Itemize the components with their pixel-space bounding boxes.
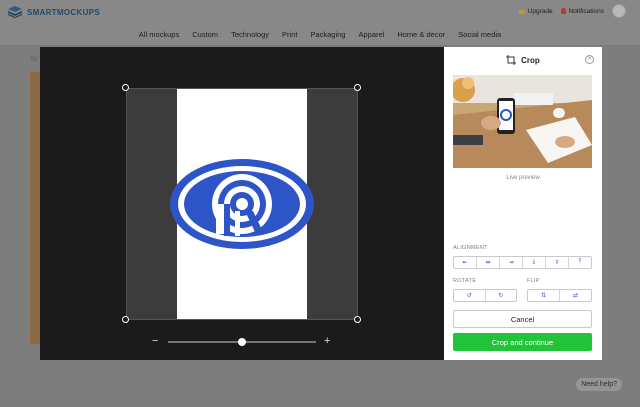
crop-modal: − + Crop ✕ Live preview ALIGNMENT ⇤ ⇹ ⇥ … xyxy=(40,47,602,360)
rotate-right-icon[interactable]: ↻ xyxy=(486,290,517,301)
live-preview-label: Live preview xyxy=(506,175,540,181)
crop-and-continue-button[interactable]: Crop and continue xyxy=(453,333,592,351)
flip-horizontal-icon[interactable]: ⇄ xyxy=(560,290,591,301)
flip-label: FLIP xyxy=(527,278,540,284)
bell-icon xyxy=(560,8,566,14)
align-center-horizontal-icon[interactable]: ⇹ xyxy=(477,257,500,268)
alignment-buttons: ⇤ ⇹ ⇥ ⤓ ⇳ ⤒ xyxy=(453,256,592,269)
alignment-label: ALIGNMENT xyxy=(453,245,488,251)
notifications-link[interactable]: Notifications xyxy=(560,7,604,15)
panel-title: Crop xyxy=(521,55,540,65)
crop-handle-top-right[interactable] xyxy=(354,84,361,91)
nav-item-all-mockups[interactable]: All mockups xyxy=(139,30,179,39)
brand-logo[interactable]: SMARTMOCKUPS xyxy=(8,6,100,18)
nav-item-packaging[interactable]: Packaging xyxy=(310,30,345,39)
nav-item-custom[interactable]: Custom xyxy=(192,30,218,39)
crop-settings-panel: Crop ✕ Live preview ALIGNMENT ⇤ ⇹ ⇥ ⤓ ⇳ … xyxy=(444,47,602,360)
align-left-icon[interactable]: ⇤ xyxy=(454,257,477,268)
crop-handle-top-left[interactable] xyxy=(122,84,129,91)
upgrade-link[interactable]: Upgrade xyxy=(518,7,553,15)
avatar[interactable] xyxy=(612,4,626,18)
help-button[interactable]: Need help? xyxy=(576,378,622,391)
top-bar: SMARTMOCKUPS Upgrade Notifications xyxy=(0,0,640,24)
rotate-left-icon[interactable]: ↺ xyxy=(454,290,486,301)
zoom-in-icon[interactable]: + xyxy=(324,335,330,347)
zoom-control: − + xyxy=(152,335,332,348)
crop-icon xyxy=(506,55,517,65)
flip-vertical-icon[interactable]: ⇅ xyxy=(528,290,560,301)
live-preview-image xyxy=(453,75,592,168)
nav-item-technology[interactable]: Technology xyxy=(231,30,269,39)
nav-item-home-decor[interactable]: Home & decor xyxy=(397,30,445,39)
logo-icon xyxy=(8,6,22,18)
nav-item-print[interactable]: Print xyxy=(282,30,297,39)
nav-item-social-media[interactable]: Social media xyxy=(458,30,501,39)
upgrade-label: Upgrade xyxy=(527,7,553,15)
align-right-icon[interactable]: ⇥ xyxy=(500,257,523,268)
category-nav: All mockups Custom Technology Print Pack… xyxy=(0,24,640,46)
crop-handle-bottom-left[interactable] xyxy=(122,316,129,323)
brand-name: SMARTMOCKUPS xyxy=(27,7,100,17)
zoom-slider-thumb[interactable] xyxy=(238,338,246,346)
nav-item-apparel[interactable]: Apparel xyxy=(358,30,384,39)
user-menu: Upgrade Notifications xyxy=(518,4,626,18)
close-icon[interactable]: ✕ xyxy=(585,55,594,64)
crop-frame[interactable] xyxy=(126,88,358,320)
align-center-vertical-icon[interactable]: ⇳ xyxy=(546,257,569,268)
cancel-button[interactable]: Cancel xyxy=(453,310,592,328)
flip-buttons: ⇅ ⇄ xyxy=(527,289,592,302)
crop-handle-bottom-right[interactable] xyxy=(354,316,361,323)
background-breadcrumb: Sc xyxy=(30,56,39,63)
zoom-out-icon[interactable]: − xyxy=(152,335,158,347)
align-bottom-icon[interactable]: ⤓ xyxy=(523,257,546,268)
notifications-label: Notifications xyxy=(568,7,604,15)
rotate-label: ROTATE xyxy=(453,278,477,284)
panel-header: Crop xyxy=(444,55,602,65)
align-top-icon[interactable]: ⤒ xyxy=(569,257,591,268)
crown-icon xyxy=(518,8,525,14)
rotate-buttons: ↺ ↻ xyxy=(453,289,517,302)
crop-editor: − + xyxy=(40,47,444,360)
